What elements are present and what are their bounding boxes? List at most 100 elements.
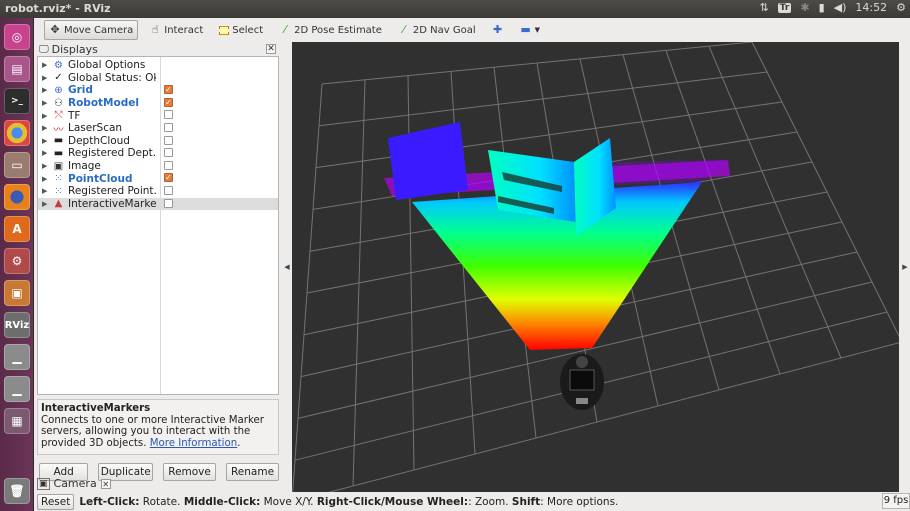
expand-arrow-icon[interactable]: ▶ [42, 99, 50, 107]
package-icon[interactable]: ▣ [4, 280, 30, 306]
display-item-label: Image [68, 160, 101, 173]
camera-icon: ▬ [53, 147, 64, 159]
display-item[interactable]: ▶ ⤲ TF [38, 109, 278, 122]
close-icon[interactable]: ✕ [266, 44, 276, 54]
keyboard-layout-indicator[interactable]: Tr [777, 2, 792, 13]
enabled-checkbox[interactable] [164, 110, 173, 120]
tool-label: Move Camera [64, 24, 134, 36]
rename-button[interactable]: Rename [226, 463, 279, 481]
workspace-switcher-icon[interactable]: ▦ [4, 408, 30, 434]
display-item[interactable]: ▶ 〰 LaserScan [38, 122, 278, 136]
description-title: InteractiveMarkers [41, 403, 151, 414]
add-tool-button[interactable]: ✚ [487, 20, 509, 40]
tool-2d-pose-estimate[interactable]: ⁄ 2D Pose Estimate [274, 20, 387, 40]
expand-arrow-icon[interactable]: ▶ [42, 61, 50, 69]
display-item[interactable]: ▶ ▬ Registered Dept... [38, 147, 278, 160]
hint-text: Rotate. [139, 495, 184, 508]
files-icon[interactable]: ▤ [4, 56, 30, 82]
tool-interact[interactable]: ☝ Interact [144, 20, 208, 40]
display-item-label: TF [68, 109, 81, 122]
grid-icon: ⊕ [54, 84, 63, 96]
display-description: InteractiveMarkers Connects to one or mo… [37, 399, 279, 455]
rviz-window: ✥ Move Camera ☝ Interact Select ⁄ 2D Pos… [34, 18, 910, 511]
clock[interactable]: 14:52 [855, 1, 887, 14]
enabled-checkbox[interactable] [164, 186, 173, 195]
panel-title: Displays [51, 43, 98, 56]
tool-2d-nav-goal[interactable]: ⁄ 2D Nav Goal [393, 20, 481, 40]
system-settings-icon[interactable]: ⚙ [4, 248, 30, 274]
render-scene [292, 42, 899, 492]
more-information-link[interactable]: More Information [150, 438, 237, 449]
expand-arrow-icon[interactable]: ▶ [42, 112, 50, 120]
tool-label: 2D Pose Estimate [294, 24, 382, 36]
expand-arrow-icon[interactable]: ▶ [42, 187, 50, 195]
reset-button[interactable]: Reset [37, 493, 75, 510]
display-item[interactable]: ▶ ⚇ RobotModel ✓ [38, 97, 278, 110]
grid-line [665, 50, 781, 375]
display-item-label: LaserScan [68, 122, 123, 135]
camera-panel-tab[interactable]: ▣ Camera ✕ [37, 477, 111, 490]
display-item[interactable]: ▶ ▣ Image [38, 160, 278, 173]
check-icon: ✓ [54, 72, 63, 84]
left-splitter-handle[interactable]: ◀ [283, 43, 291, 491]
camera-tab-label: Camera [53, 477, 97, 490]
enabled-checkbox[interactable] [164, 160, 173, 170]
expand-arrow-icon[interactable]: ▶ [42, 86, 50, 94]
drive-icon-2[interactable]: ▁ [4, 376, 30, 402]
monitor-icon: 🖵 [39, 44, 49, 55]
file-manager-icon[interactable]: ▭ [4, 152, 30, 178]
ubuntu-logo-icon[interactable]: ◎ [4, 24, 30, 50]
display-item[interactable]: ▶ ▲ InteractiveMarkers [38, 197, 278, 211]
expand-arrow-icon[interactable]: ▶ [42, 149, 50, 157]
display-item-label: InteractiveMarkers [68, 197, 156, 210]
3d-viewport[interactable] [292, 42, 899, 492]
display-item[interactable]: ▶ ⚙ Global Options [38, 59, 278, 72]
display-item[interactable]: ▶ ⊕ Grid ✓ [38, 84, 278, 97]
battery-icon[interactable]: ▮ [819, 1, 825, 14]
display-item[interactable]: ▶ ⁙ Registered Point... [38, 185, 278, 198]
right-splitter-handle[interactable]: ▶ [900, 43, 910, 491]
pose-arrow-icon: ⁄ [284, 23, 287, 36]
expand-arrow-icon[interactable]: ▶ [42, 137, 50, 145]
remove-tool-button[interactable]: ▬ ▼ [515, 20, 545, 40]
pointcloud-icon: ⁙ [54, 185, 63, 197]
plus-icon: ✚ [493, 23, 503, 36]
enabled-checkbox[interactable]: ✓ [164, 97, 173, 107]
rviz-icon[interactable]: RViz [4, 312, 30, 338]
hint-text: Move X/Y. [260, 495, 317, 508]
expand-arrow-icon[interactable]: ▶ [42, 200, 50, 208]
enabled-checkbox[interactable] [164, 148, 173, 158]
expand-arrow-icon[interactable]: ▶ [42, 175, 50, 183]
settings-gear-icon[interactable]: ⚙ [896, 1, 906, 14]
enabled-checkbox[interactable]: ✓ [164, 85, 173, 95]
hint-text: : More options. [540, 495, 619, 508]
tool-move-camera[interactable]: ✥ Move Camera [44, 20, 139, 40]
close-icon[interactable]: ✕ [100, 478, 111, 489]
minus-icon: ▬ [520, 23, 531, 36]
enabled-checkbox[interactable] [164, 123, 173, 132]
robot-icon: ⚇ [54, 97, 63, 109]
remove-button[interactable]: Remove [163, 463, 217, 481]
enabled-checkbox[interactable]: ✓ [164, 173, 173, 183]
display-item[interactable]: ▶ ⁙ PointCloud ✓ [38, 172, 278, 185]
firefox-icon[interactable] [4, 184, 30, 210]
network-icon[interactable]: ⇅ [760, 1, 769, 14]
enabled-checkbox[interactable] [164, 198, 173, 208]
expand-arrow-icon[interactable]: ▶ [42, 74, 50, 82]
chrome-icon[interactable] [4, 120, 30, 146]
software-center-icon[interactable]: A [4, 216, 30, 242]
display-item[interactable]: ▶ ▬ DepthCloud [38, 135, 278, 148]
display-item[interactable]: ▶ ✓ Global Status: Ok [38, 72, 278, 85]
drive-icon[interactable]: ▁ [4, 344, 30, 370]
expand-arrow-icon[interactable]: ▶ [42, 124, 50, 132]
volume-icon[interactable]: ◀) [834, 1, 847, 14]
tool-select[interactable]: Select [214, 20, 268, 40]
enabled-checkbox[interactable] [164, 135, 173, 145]
expand-arrow-icon[interactable]: ▶ [42, 162, 50, 170]
display-item-label: DepthCloud [68, 134, 130, 147]
bluetooth-icon[interactable]: ✱ [800, 1, 809, 14]
terminal-icon[interactable]: >_ [4, 88, 30, 114]
display-item-label: Global Status: Ok [68, 71, 156, 84]
trash-icon[interactable]: 🗑 [4, 478, 30, 504]
gear-icon: ⚙ [54, 59, 63, 71]
